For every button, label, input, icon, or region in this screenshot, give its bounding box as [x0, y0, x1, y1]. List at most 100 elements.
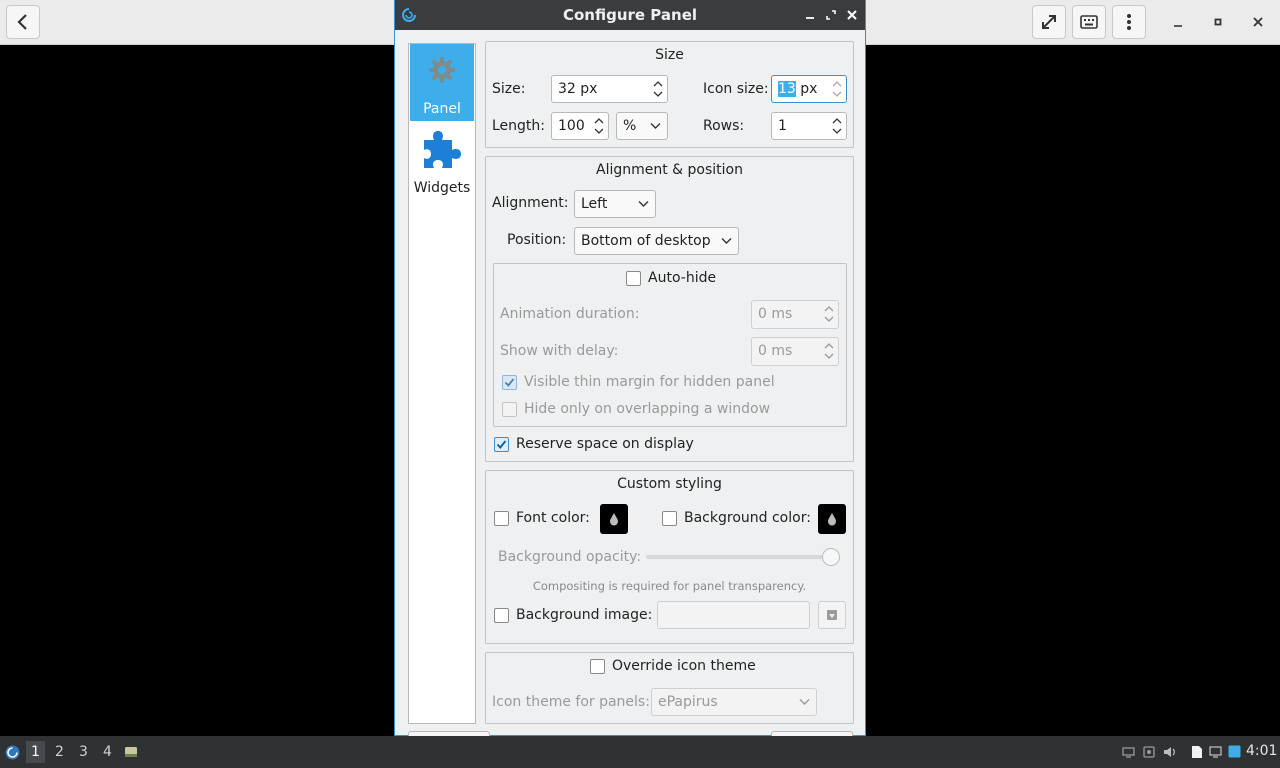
position-label: Position: — [507, 232, 567, 248]
color-drop-icon — [610, 513, 618, 526]
length-spinbox[interactable]: 100 — [551, 112, 609, 140]
dialog-title: Configure Panel — [562, 6, 698, 24]
menu-button[interactable] — [1112, 5, 1146, 39]
spin-arrows-icon — [832, 81, 842, 97]
workspace-1[interactable]: 1 — [26, 741, 45, 763]
background-color-checkbox[interactable] — [662, 511, 677, 526]
dialog-close-button[interactable] — [844, 7, 860, 23]
close-icon — [1253, 17, 1263, 27]
checkmark-icon — [504, 378, 515, 387]
size-value: 32 px — [558, 81, 598, 97]
taskbar: 1 2 3 4 4:01 — [0, 736, 1280, 768]
icon-theme-label: Icon theme for panels: — [492, 694, 650, 710]
size-spinbox[interactable]: 32 px — [551, 75, 668, 103]
gear-icon — [429, 57, 455, 83]
chevron-down-icon — [650, 123, 661, 129]
slider-handle[interactable] — [822, 548, 840, 566]
rows-spinbox[interactable]: 1 — [771, 112, 847, 140]
overlap-checkbox[interactable] — [502, 402, 517, 417]
icon-theme-group: Override icon theme Icon theme for panel… — [485, 652, 854, 724]
chevron-down-icon — [638, 201, 649, 207]
length-unit-value: % — [623, 118, 637, 134]
task-window-icon[interactable] — [124, 745, 138, 759]
icon-size-spinbox[interactable]: 13 px — [771, 75, 847, 103]
size-label: Size: — [492, 81, 526, 97]
override-icon-theme-label: Override icon theme — [612, 658, 756, 674]
kebab-menu-icon — [1127, 14, 1131, 30]
workspace-2[interactable]: 2 — [55, 744, 64, 760]
sidebar-item-label: Widgets — [413, 180, 471, 196]
alignment-select[interactable]: Left — [574, 190, 656, 218]
font-color-checkbox[interactable] — [494, 511, 509, 526]
keyboard-layout-icon[interactable] — [1228, 745, 1241, 758]
autohide-checkbox[interactable] — [626, 271, 641, 286]
removable-drive-icon[interactable] — [1143, 746, 1155, 758]
font-color-label: Font color: — [516, 510, 590, 526]
position-value: Bottom of desktop — [581, 233, 711, 249]
clock[interactable]: 4:01 — [1246, 743, 1277, 759]
background-image-label: Background image: — [516, 607, 653, 623]
icon-size-unit: px — [795, 81, 818, 97]
alignment-label: Alignment: — [492, 195, 569, 211]
size-group-title: Size — [655, 47, 684, 63]
volume-icon[interactable] — [1163, 746, 1176, 758]
workspace-3[interactable]: 3 — [79, 744, 88, 760]
show-delay-value: 0 ms — [758, 343, 793, 359]
background-image-field[interactable] — [657, 601, 810, 629]
back-button[interactable] — [6, 5, 40, 39]
position-select[interactable]: Bottom of desktop — [574, 227, 739, 255]
length-value: 100 — [558, 118, 585, 134]
display-icon[interactable] — [1209, 746, 1222, 758]
network-icon[interactable] — [1122, 746, 1135, 758]
override-icon-theme-checkbox[interactable] — [590, 659, 605, 674]
animation-duration-label: Animation duration: — [500, 306, 640, 322]
expand-icon — [1042, 15, 1056, 29]
fullscreen-button[interactable] — [1032, 5, 1066, 39]
minimize-viewer-button[interactable] — [1161, 5, 1195, 39]
icon-theme-select[interactable]: ePapirus — [651, 688, 817, 716]
length-label: Length: — [492, 118, 546, 134]
icon-theme-value: ePapirus — [658, 694, 718, 710]
icon-size-value-selected: 13 — [778, 81, 796, 97]
autohide-group: Auto-hide Animation duration: 0 ms Show … — [493, 263, 847, 427]
maximize-viewer-button[interactable] — [1201, 5, 1235, 39]
show-delay-spinbox[interactable]: 0 ms — [751, 337, 839, 366]
reserve-space-checkbox[interactable] — [494, 437, 509, 452]
background-image-checkbox[interactable] — [494, 608, 509, 623]
chevron-down-icon — [799, 699, 810, 705]
dialog-titlebar[interactable]: Configure Panel — [395, 0, 865, 30]
configure-panel-dialog: Configure Panel Panel Widgets Size Size:… — [394, 0, 866, 741]
spin-arrows-icon — [594, 118, 604, 134]
background-opacity-slider[interactable] — [646, 548, 840, 566]
checkmark-icon — [496, 440, 507, 449]
workspace-4[interactable]: 4 — [103, 744, 112, 760]
notes-icon[interactable] — [1191, 745, 1203, 759]
custom-styling-title: Custom styling — [617, 476, 722, 492]
sidebar-item-panel[interactable]: Panel — [410, 44, 474, 121]
start-menu-icon[interactable] — [5, 745, 20, 760]
animation-duration-spinbox[interactable]: 0 ms — [751, 300, 839, 329]
alignment-group: Alignment & position Alignment: Left Pos… — [485, 156, 854, 462]
close-viewer-button[interactable] — [1241, 5, 1275, 39]
background-image-browse-button[interactable] — [818, 601, 846, 629]
length-unit-select[interactable]: % — [616, 112, 668, 140]
show-delay-label: Show with delay: — [500, 343, 619, 359]
thin-margin-label: Visible thin margin for hidden panel — [524, 374, 775, 390]
animation-duration-value: 0 ms — [758, 306, 793, 322]
dialog-minimize-button[interactable] — [802, 7, 818, 23]
puzzle-icon — [424, 131, 461, 168]
background-color-button[interactable] — [818, 504, 846, 534]
keyboard-button[interactable] — [1072, 5, 1106, 39]
thin-margin-checkbox[interactable] — [502, 375, 517, 390]
overlap-label: Hide only on overlapping a window — [524, 401, 771, 417]
compositing-hint: Compositing is required for panel transp… — [532, 579, 807, 593]
chevron-down-icon — [721, 238, 732, 244]
dialog-maximize-button[interactable] — [823, 7, 839, 23]
image-file-icon — [827, 610, 837, 620]
font-color-button[interactable] — [600, 504, 628, 534]
alignment-group-title: Alignment & position — [596, 162, 743, 178]
sidebar-item-widgets[interactable]: Widgets — [410, 123, 474, 200]
maximize-icon — [1214, 18, 1222, 26]
rows-label: Rows: — [703, 118, 745, 134]
custom-styling-group: Custom styling Font color: Background co… — [485, 470, 854, 644]
